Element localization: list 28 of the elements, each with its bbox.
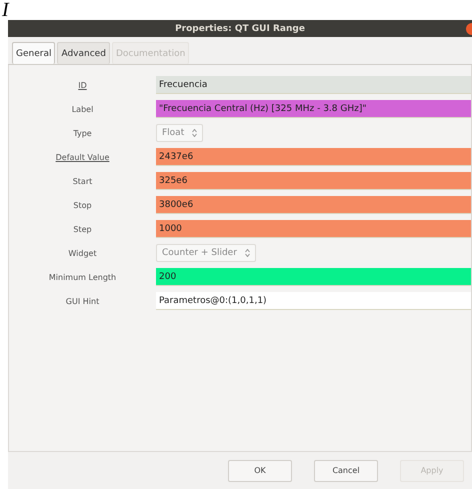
field-label: Step — [72, 224, 93, 234]
input-field[interactable]: Parametros@0:(1,0,1,1) — [156, 292, 471, 310]
field-label: Start — [72, 176, 94, 186]
tab[interactable]: Advanced — [57, 42, 110, 64]
dialog-button[interactable]: OK — [228, 460, 292, 482]
field-label: Widget — [67, 248, 98, 258]
input-field[interactable]: 325e6 — [156, 172, 471, 190]
input-field[interactable]: 200 — [156, 268, 471, 286]
window-title: Properties: QT GUI Range — [175, 24, 305, 34]
field-label: GUI Hint — [64, 296, 100, 306]
field-label: ID — [77, 80, 88, 90]
input-field[interactable]: 3800e6 — [156, 196, 471, 214]
page-fragment-text: I — [2, 0, 9, 20]
spin-arrows-icon — [244, 249, 250, 257]
input-field[interactable]: "Frecuencia Central (Hz) [325 MHz - 3.8 GHz]" — [156, 100, 471, 118]
input-field[interactable]: 2437e6 — [156, 148, 471, 166]
field-label: Minimum Length — [48, 272, 118, 282]
dialog-button[interactable]: Cancel — [314, 460, 378, 482]
field-label: Label — [70, 104, 94, 114]
spin-arrows-icon — [192, 129, 198, 137]
field-label: Stop — [72, 200, 93, 210]
tab[interactable]: General — [12, 42, 56, 64]
dropdown[interactable]: Counter + Slider — [156, 244, 256, 262]
field-label: Type — [72, 128, 93, 138]
dropdown[interactable]: Float — [156, 124, 204, 142]
input-field[interactable]: Frecuencia — [156, 76, 471, 94]
field-label: Default Value — [54, 152, 110, 162]
input-field[interactable]: 1000 — [156, 220, 471, 238]
